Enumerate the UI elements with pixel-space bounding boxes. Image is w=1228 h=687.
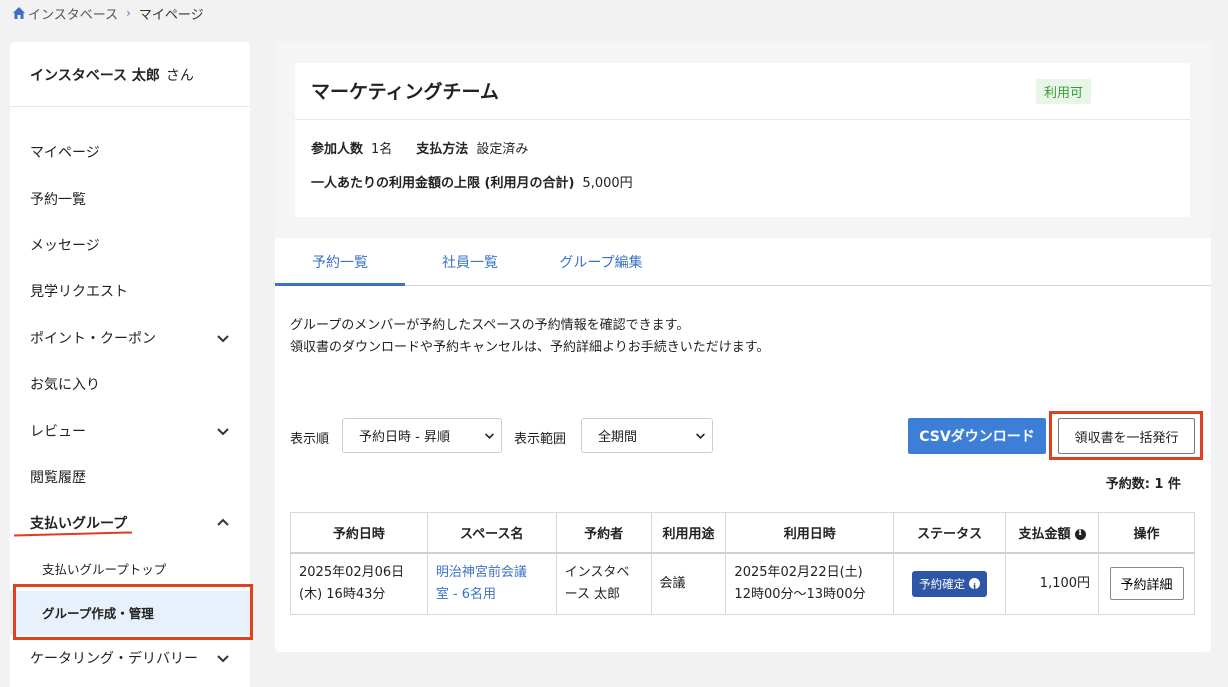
group-info-header: マーケティングチーム 利用可 <box>295 63 1190 120</box>
space-name-line: 室 - 6名用 <box>435 586 497 602</box>
sidebar-item-tour-requests[interactable]: 見学リクエスト <box>10 268 250 314</box>
use-time: 12時00分〜13時00分 <box>734 586 866 602</box>
main-panel: マーケティングチーム 利用可 参加人数 1名 支払方法 設定済み 一人あたりの利用金額… <box>275 42 1211 652</box>
breadcrumb-home-link[interactable]: インスタベース <box>28 4 118 23</box>
info-icon[interactable] <box>1074 528 1086 540</box>
sidebar-item-label: ケータリング・デリバリー <box>30 650 198 667</box>
table-header-row: 予約日時 スペース名 予約者 利用用途 利用日時 ステータス 支払金額 操作 <box>290 512 1195 554</box>
tab-reservations[interactable]: 予約一覧 <box>275 238 405 286</box>
column-header: 予約日時 <box>290 512 428 554</box>
sidebar-item-history[interactable]: 閲覧履歴 <box>10 454 250 500</box>
chevron-down-icon <box>485 433 494 439</box>
sidebar-item-catering[interactable]: ケータリング・デリバリー <box>10 635 250 681</box>
tab-bar: 予約一覧 社員一覧 グループ編集 <box>275 238 1211 286</box>
group-limit-row: 一人あたりの利用金額の上限 (利用月の合計) 5,000円 <box>311 172 633 191</box>
reserver-cell: インスタベ ース 太郎 <box>555 552 652 615</box>
column-header: 利用日時 <box>725 512 895 554</box>
limit-value: 5,000円 <box>582 176 633 191</box>
bulk-receipt-button[interactable]: 領収書を一括発行 <box>1058 418 1195 454</box>
chevron-down-icon <box>217 427 229 435</box>
purpose-cell: 会議 <box>650 552 727 615</box>
reserved-at-date: 2025年02月06日 <box>299 564 405 580</box>
reservation-count: 予約数: 1 件 <box>1105 477 1181 492</box>
sidebar-item-label: 閲覧履歴 <box>30 469 86 486</box>
sidebar-item-reservations[interactable]: 予約一覧 <box>10 175 250 221</box>
group-name: マーケティングチーム <box>311 81 499 103</box>
range-select[interactable]: 全期間 <box>581 418 713 453</box>
reserver-line: ース 太郎 <box>564 586 621 602</box>
sidebar-item-label: 見学リクエスト <box>30 284 128 301</box>
user-name: インスタベース 太郎 <box>30 68 160 84</box>
chevron-down-icon <box>696 433 705 439</box>
sidebar-item-favorites[interactable]: お気に入り <box>10 361 250 407</box>
use-datetime-cell: 2025年02月22日(土) 12時00分〜13時00分 <box>725 552 895 615</box>
limit-label: 一人あたりの利用金額の上限 (利用月の合計) <box>311 176 575 191</box>
info-icon <box>969 577 981 599</box>
reservation-table: 予約日時 スペース名 予約者 利用用途 利用日時 ステータス 支払金額 操作 2… <box>290 512 1195 615</box>
reserved-at-time: (木) 16時43分 <box>299 586 386 602</box>
breadcrumb: インスタベース › マイページ <box>12 4 204 23</box>
tab-group-edit[interactable]: グループ編集 <box>535 238 667 285</box>
home-icon[interactable] <box>12 6 26 20</box>
group-info-card: マーケティングチーム 利用可 参加人数 1名 支払方法 設定済み 一人あたりの利用金額… <box>295 63 1190 217</box>
sidebar-item-label: マイページ <box>30 145 100 162</box>
use-date: 2025年02月22日(土) <box>734 564 863 580</box>
chevron-up-icon <box>217 518 229 527</box>
payment-label: 支払方法 <box>416 142 469 157</box>
csv-download-button[interactable]: CSVダウンロード <box>908 418 1046 454</box>
sidebar-item-messages[interactable]: メッセージ <box>10 222 250 268</box>
sidebar-item-label: お気に入り <box>30 377 100 394</box>
status-cell: 予約確定 <box>893 552 1007 615</box>
column-header-amount: 支払金額 <box>1005 512 1100 554</box>
sort-select-value: 予約日時 - 昇順 <box>359 430 450 445</box>
column-header-label: 支払金額 <box>1018 526 1071 542</box>
space-name-link[interactable]: 明治神宮前会議 室 - 6名用 <box>426 552 557 615</box>
sidebar-item-mypage[interactable]: マイページ <box>10 129 250 175</box>
chevron-down-icon <box>217 654 229 663</box>
column-header: ステータス <box>893 512 1007 554</box>
group-info-row: 参加人数 1名 支払方法 設定済み <box>311 138 528 157</box>
column-header: スペース名 <box>426 512 557 554</box>
column-header: 予約者 <box>555 512 652 554</box>
user-suffix: さん <box>165 68 194 84</box>
reserver-line: インスタベ <box>564 564 630 580</box>
description-line: グループのメンバーが予約したスペースの予約情報を確認できます。 <box>290 318 690 333</box>
sidebar-item-label: レビュー <box>30 423 86 440</box>
user-greeting: インスタベース 太郎 さん <box>10 42 250 107</box>
sidebar-item-payment-group[interactable]: 支払いグループ <box>10 500 250 546</box>
action-cell: 予約詳細 <box>1098 552 1195 615</box>
sidebar-item-label: 支払いグループ <box>30 516 128 533</box>
description-line: 領収書のダウンロードや予約キャンセルは、予約詳細よりお手続きいただけます。 <box>290 340 770 355</box>
sidebar-item-label: メッセージ <box>30 237 100 254</box>
amount-cell: 1,100円 <box>1005 552 1100 615</box>
highlight-box-sidebar <box>13 584 253 640</box>
chevron-down-icon <box>217 335 229 343</box>
reserved-at-cell: 2025年02月06日 (木) 16時43分 <box>290 552 428 615</box>
sidebar-item-label: ポイント・クーポン <box>30 330 156 347</box>
column-header: 操作 <box>1098 512 1195 554</box>
status-badge: 利用可 <box>1036 79 1092 104</box>
sidebar-item-reviews[interactable]: レビュー <box>10 407 250 453</box>
table-row: 2025年02月06日 (木) 16時43分 明治神宮前会議 室 - 6名用 イ… <box>290 552 1195 615</box>
breadcrumb-current: マイページ <box>138 7 204 23</box>
sort-label: 表示順 <box>290 432 330 447</box>
description: グループのメンバーが予約したスペースの予約情報を確認できます。 領収書のダウンロ… <box>290 315 769 359</box>
sort-select[interactable]: 予約日時 - 昇順 <box>342 418 502 453</box>
space-name-line: 明治神宮前会議 <box>435 564 527 580</box>
tab-employees[interactable]: 社員一覧 <box>405 238 535 285</box>
reservation-detail-button[interactable]: 予約詳細 <box>1109 567 1184 601</box>
column-header: 利用用途 <box>650 512 727 554</box>
sidebar-item-label: 予約一覧 <box>30 191 86 208</box>
status-badge-confirmed[interactable]: 予約確定 <box>912 570 988 599</box>
sidebar-item-points-coupons[interactable]: ポイント・クーポン <box>10 315 250 361</box>
participants-label: 参加人数 <box>311 142 364 157</box>
chevron-right-icon: › <box>126 6 131 20</box>
sidebar-subitem-label: 支払いグループトップ <box>42 562 167 578</box>
participants-value: 1名 <box>371 142 393 157</box>
status-label: 予約確定 <box>919 576 966 591</box>
range-label: 表示範囲 <box>514 432 567 447</box>
range-select-value: 全期間 <box>598 430 638 445</box>
payment-value: 設定済み <box>476 142 529 157</box>
